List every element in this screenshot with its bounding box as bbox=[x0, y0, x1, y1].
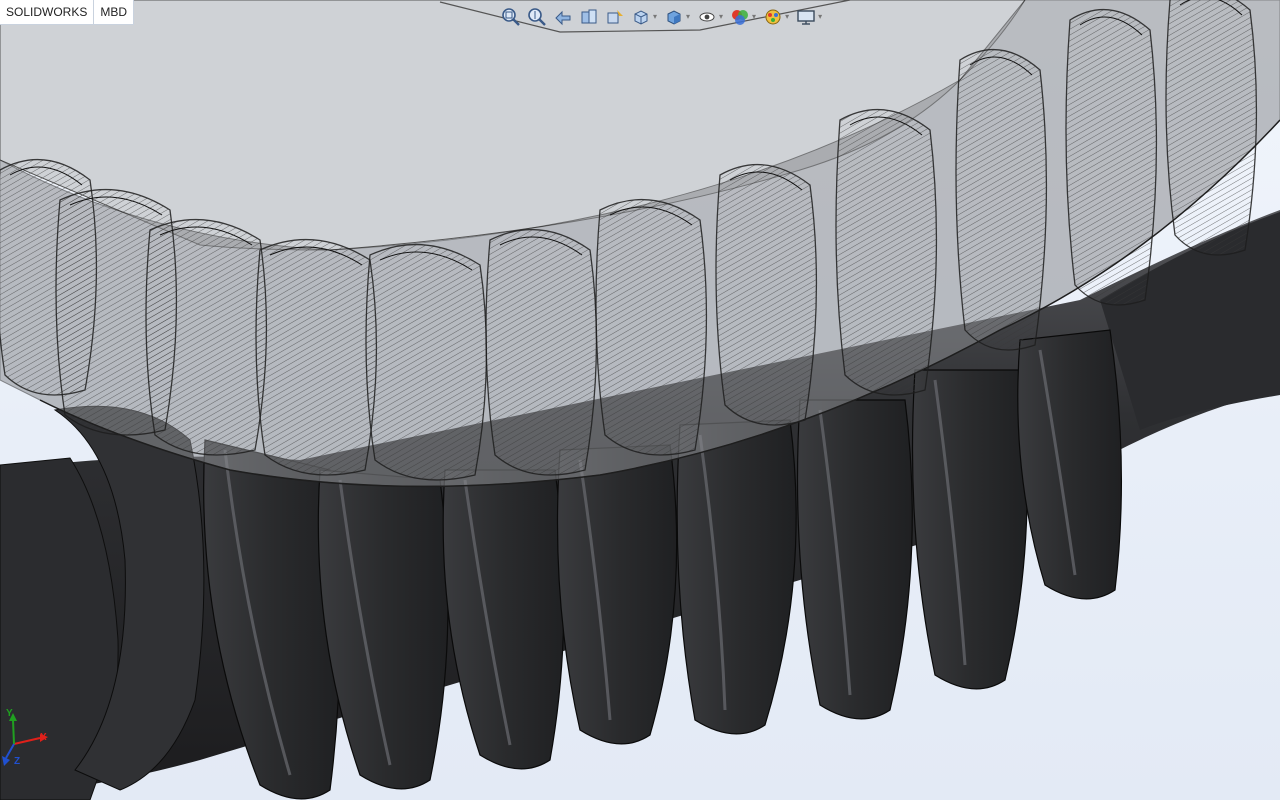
previous-view-button[interactable] bbox=[552, 6, 574, 28]
section-view-button[interactable] bbox=[578, 6, 600, 28]
worm-gear-model[interactable] bbox=[0, 0, 1280, 800]
zoom-to-fit-button[interactable] bbox=[500, 6, 522, 28]
dynamic-annotation-views-icon bbox=[607, 10, 623, 24]
chevron-down-icon[interactable]: ▾ bbox=[785, 6, 789, 28]
graphics-area[interactable]: SOLIDWORKS MBD ▾ ▾ ▾ ▾ ▾ ▾ X Y Z bbox=[0, 0, 1280, 800]
worm-thread-tooth bbox=[317, 469, 449, 790]
tab-mbd[interactable]: MBD bbox=[94, 0, 135, 25]
apply-scene-icon bbox=[765, 9, 781, 25]
chevron-down-icon[interactable]: ▾ bbox=[653, 6, 657, 28]
worm-gear-tooth bbox=[365, 244, 488, 481]
zoom-to-fit-icon bbox=[502, 8, 520, 26]
hide-show-items-icon bbox=[699, 12, 715, 22]
view-orientation-button[interactable] bbox=[630, 6, 652, 28]
tab-solidworks[interactable]: SOLIDWORKS bbox=[0, 0, 95, 25]
command-manager-tabs: SOLIDWORKS MBD bbox=[0, 0, 135, 25]
view-settings-button[interactable] bbox=[795, 6, 817, 28]
worm-gear-tooth bbox=[715, 164, 818, 426]
worm-gear-tooth bbox=[595, 199, 708, 456]
triad-z-label: Z bbox=[14, 756, 21, 767]
worm-gear-tooth bbox=[255, 239, 378, 476]
hide-show-items-button[interactable] bbox=[696, 6, 718, 28]
worm-gear-tooth bbox=[1165, 0, 1258, 256]
worm-gear-tooth bbox=[835, 109, 938, 396]
dynamic-annotation-views-button[interactable] bbox=[604, 6, 626, 28]
apply-scene-button[interactable] bbox=[762, 6, 784, 28]
triad-y-label: Y bbox=[6, 708, 13, 719]
edit-appearance-button[interactable] bbox=[729, 6, 751, 28]
zoom-to-area-icon bbox=[528, 8, 546, 26]
triad-x-label: X bbox=[40, 732, 47, 743]
chevron-down-icon[interactable]: ▾ bbox=[686, 6, 690, 28]
chevron-down-icon[interactable]: ▾ bbox=[719, 6, 723, 28]
worm-thread-tooth bbox=[556, 444, 678, 745]
view-orientation-icon bbox=[634, 10, 648, 25]
worm-gear-tooth bbox=[145, 219, 268, 456]
display-style-button[interactable] bbox=[663, 6, 685, 28]
view-settings-icon bbox=[797, 10, 815, 25]
section-view-icon bbox=[581, 9, 597, 24]
chevron-down-icon[interactable]: ▾ bbox=[818, 6, 822, 28]
edit-appearance-icon bbox=[732, 10, 749, 25]
worm-thread-tooth bbox=[442, 469, 565, 770]
chevron-down-icon[interactable]: ▾ bbox=[752, 6, 756, 28]
reference-triad: X Y Z bbox=[2, 708, 56, 772]
worm-thread-tooth bbox=[911, 369, 1028, 690]
zoom-to-area-button[interactable] bbox=[526, 6, 548, 28]
display-style-icon bbox=[667, 10, 681, 25]
heads-up-view-toolbar: ▾ ▾ ▾ ▾ ▾ ▾ bbox=[500, 3, 824, 31]
worm-gear-tooth bbox=[1065, 8, 1158, 306]
worm-thread-tooth bbox=[1017, 329, 1123, 600]
worm-thread-tooth bbox=[676, 419, 797, 735]
previous-view-icon bbox=[555, 10, 571, 26]
worm-thread-tooth bbox=[796, 399, 913, 720]
worm-gear-tooth bbox=[485, 229, 598, 476]
worm-gear-tooth bbox=[955, 48, 1048, 351]
